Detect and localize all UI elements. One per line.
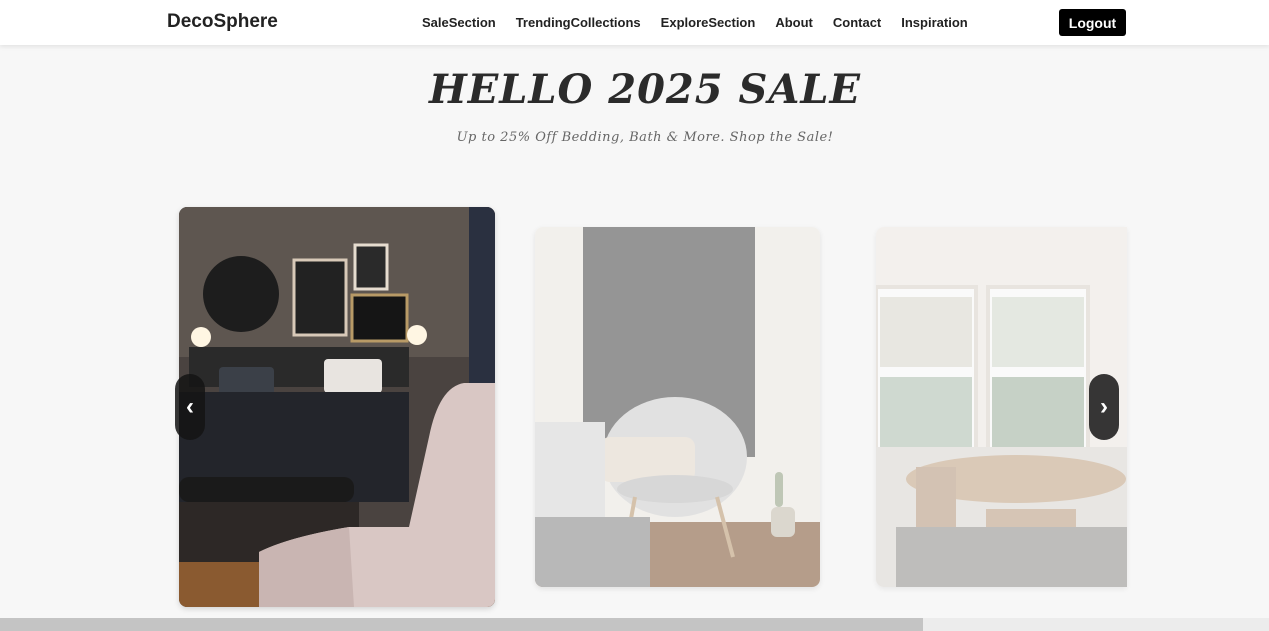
carousel-next-button[interactable]: › bbox=[1089, 374, 1119, 440]
carousel-prev-button[interactable]: ‹ bbox=[175, 374, 205, 440]
nav-link-explore-section[interactable]: ExploreSection bbox=[661, 15, 756, 30]
hero-subtitle: Up to 25% Off Bedding, Bath & More. Shop… bbox=[456, 130, 834, 145]
living-room-image bbox=[535, 227, 820, 587]
nav-link-sale-section[interactable]: SaleSection bbox=[422, 15, 496, 30]
brand-logo[interactable]: DecoSphere bbox=[167, 11, 278, 33]
carousel-slide-living-room[interactable] bbox=[535, 227, 820, 587]
nav-link-about[interactable]: About bbox=[775, 15, 813, 30]
carousel-slide-bedroom[interactable] bbox=[179, 207, 495, 607]
carousel-scroll-track[interactable] bbox=[0, 618, 1269, 631]
chevron-left-icon: ‹ bbox=[186, 393, 194, 420]
chevron-right-icon: › bbox=[1100, 393, 1108, 420]
hero-title: HELLO 2025 SALE bbox=[428, 66, 862, 113]
nav-link-inspiration[interactable]: Inspiration bbox=[901, 15, 967, 30]
nav-link-trending-collections[interactable]: TrendingCollections bbox=[516, 15, 641, 30]
logout-button[interactable]: Logout bbox=[1059, 9, 1126, 36]
nav-link-contact[interactable]: Contact bbox=[833, 15, 881, 30]
navbar: DecoSphere SaleSection TrendingCollectio… bbox=[0, 0, 1269, 45]
carousel-scroll-thumb[interactable] bbox=[0, 618, 923, 631]
bedroom-image bbox=[179, 207, 495, 607]
nav-links: SaleSection TrendingCollections ExploreS… bbox=[412, 15, 978, 30]
